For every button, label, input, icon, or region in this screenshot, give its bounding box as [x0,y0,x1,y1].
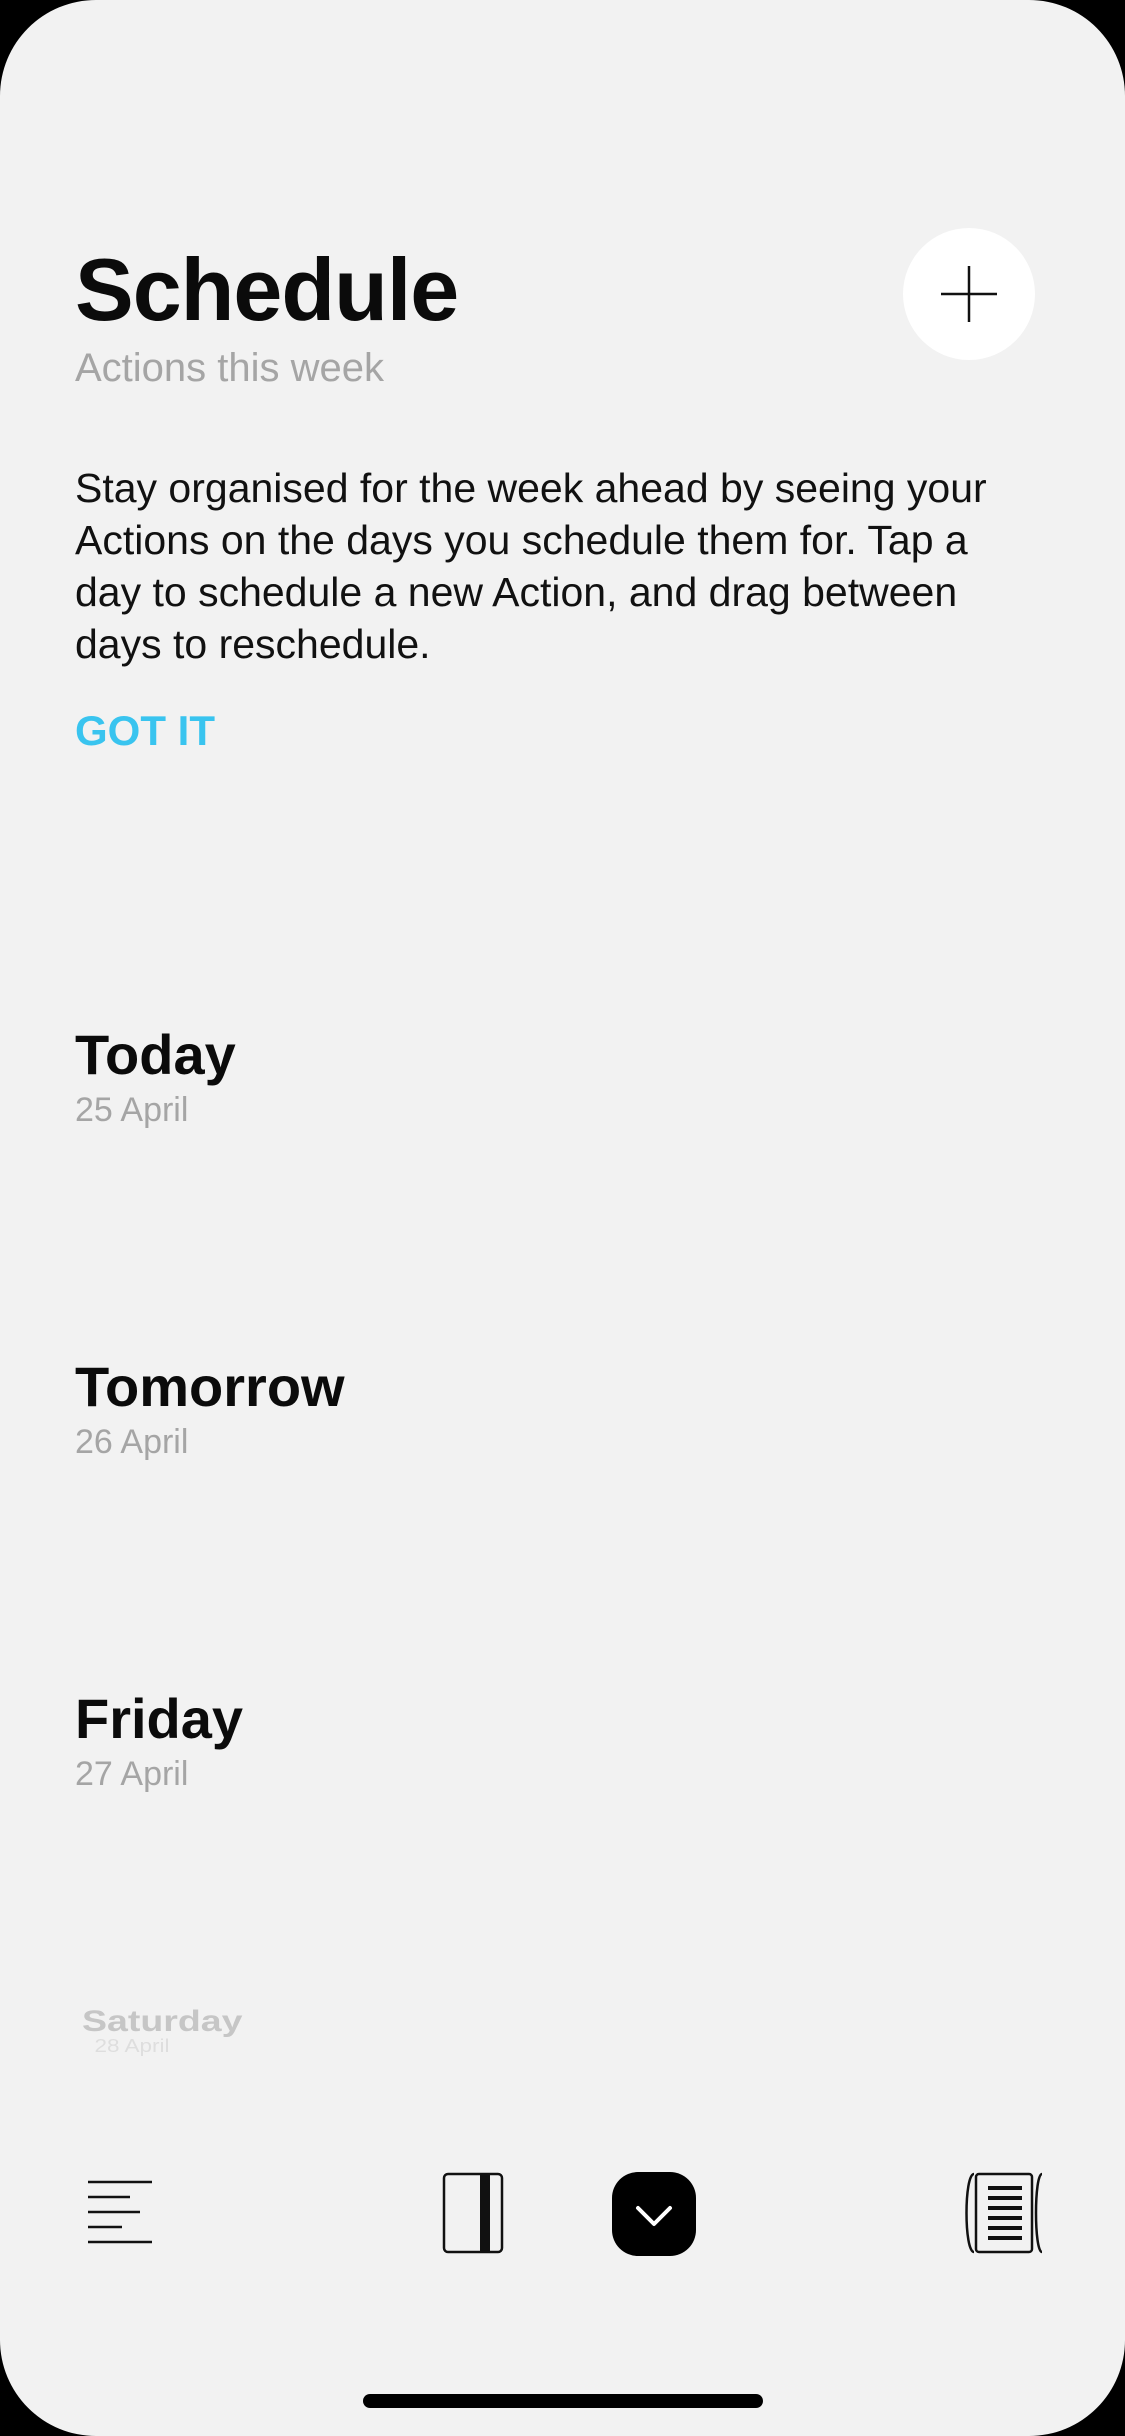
day-date: 27 April [75,1755,189,1793]
day-name: Friday [75,1687,244,1750]
day-date: 28 April [94,2036,170,2056]
tab-schedule[interactable] [612,2172,696,2256]
day-name: Saturday [82,2005,243,2038]
got-it-button[interactable]: GOT IT [75,706,215,756]
page-subtitle: Actions this week [75,346,385,390]
tab-book[interactable] [442,2172,504,2254]
clock-icon [612,2172,696,2256]
tab-documents[interactable] [960,2170,1050,2256]
day-tomorrow[interactable]: Tomorrow 26 April [75,1354,345,1464]
tab-list[interactable] [84,2176,156,2248]
day-friday[interactable]: Friday 27 April [75,1686,243,1796]
day-today[interactable]: Today 25 April [75,1022,236,1132]
intro-text: Stay organised for the week ahead by see… [75,465,987,667]
day-name: Today [75,1023,236,1086]
plus-icon [941,266,997,322]
add-action-button[interactable] [903,228,1035,360]
book-panel-icon [442,2172,504,2254]
document-stack-icon [965,2172,1044,2254]
day-date: 26 April [75,1423,189,1461]
page-title: Schedule [75,240,459,339]
day-saturday[interactable]: Saturday 28 April [82,2005,243,2056]
schedule-screen: Schedule Actions this week Stay organise… [0,0,1125,2436]
home-indicator[interactable] [363,2394,763,2408]
list-lines-icon [88,2180,152,2244]
day-name: Tomorrow [75,1355,345,1418]
day-date: 25 April [75,1091,189,1129]
